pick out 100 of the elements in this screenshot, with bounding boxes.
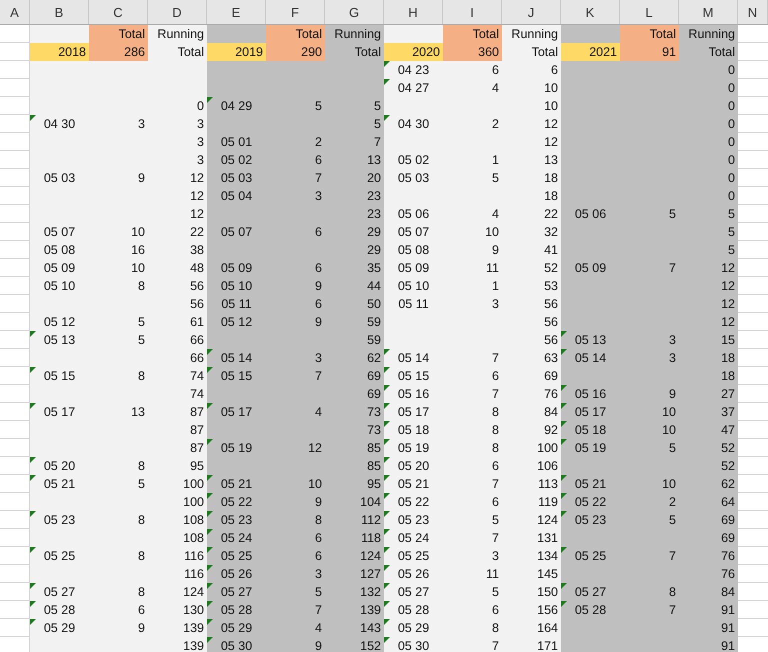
column-header[interactable]: I: [443, 0, 502, 24]
date-cell: 05 22: [384, 493, 443, 511]
running-total-cell-text: 56: [189, 278, 205, 295]
column-header[interactable]: F: [266, 0, 325, 24]
count-cell-text: 6: [491, 458, 500, 475]
date-cell-text: 05 07: [396, 224, 430, 241]
year-label: 2021: [561, 43, 620, 61]
running-total-cell-text: 22: [189, 224, 205, 241]
date-cell-text: 05 03: [396, 170, 430, 187]
date-cell: 05 17: [207, 403, 266, 421]
running-total-cell-text: 12: [720, 260, 736, 277]
count-cell-text: 10: [661, 422, 677, 439]
running-total-cell-text: 18: [543, 188, 559, 205]
running-total-cell-text: 5: [727, 242, 736, 259]
count-cell-text: 8: [137, 548, 146, 565]
running-total-cell-text: 130: [182, 602, 205, 619]
count-cell-text: 3: [491, 548, 500, 565]
running-total-cell-text: 10: [543, 80, 559, 97]
date-cell-text: 05 03: [220, 170, 254, 187]
running-total-cell-text: 32: [543, 224, 559, 241]
running-total-cell-text: 84: [720, 584, 736, 601]
running-total-cell-text: 66: [189, 332, 205, 349]
date-cell: 05 27: [30, 583, 89, 601]
date-cell-text: 05 04: [220, 188, 254, 205]
date-cell: 04 30: [30, 115, 89, 133]
running-total-label: Total: [176, 44, 205, 61]
running-total-cell-text: 95: [366, 476, 382, 493]
count-cell-text: 4: [314, 404, 323, 421]
running-total-label: Total: [354, 44, 382, 61]
date-cell-text: 05 07: [42, 224, 76, 241]
column-header[interactable]: K: [561, 0, 620, 24]
running-total-cell-text: 12: [189, 188, 205, 205]
date-cell: 05 21: [30, 475, 89, 493]
date-cell-text: 05 08: [396, 242, 430, 259]
column-header[interactable]: H: [384, 0, 443, 24]
date-cell-text: 05 10: [220, 278, 254, 295]
count-cell-text: 6: [491, 602, 500, 619]
count-cell-text: 11: [485, 260, 500, 277]
column-header[interactable]: L: [620, 0, 679, 24]
total-label: Total: [266, 25, 325, 43]
running-total-cell-text: 50: [366, 296, 382, 313]
running-total-cell-text: 64: [720, 494, 736, 511]
count-cell-text: 10: [130, 260, 146, 277]
running-total-cell-text: 41: [543, 242, 559, 259]
column-header[interactable]: B: [30, 0, 89, 24]
count-cell-text: 7: [314, 602, 323, 619]
running-total-cell-text: 116: [183, 548, 205, 565]
date-cell: 05 27: [207, 583, 266, 601]
column-header[interactable]: C: [89, 0, 148, 24]
date-cell: 05 21: [561, 475, 620, 493]
column-header[interactable]: N: [738, 0, 768, 24]
column-header[interactable]: E: [207, 0, 266, 24]
column-header[interactable]: G: [325, 0, 384, 24]
date-cell: 05 28: [384, 601, 443, 619]
running-total-cell-text: 171: [536, 638, 559, 652]
column-header[interactable]: M: [679, 0, 738, 24]
running-total-cell-text: 63: [543, 350, 559, 367]
date-cell: 05 23: [30, 511, 89, 529]
date-cell: 05 13: [30, 331, 89, 349]
running-total-cell-text: 134: [536, 548, 559, 565]
date-cell: 05 18: [561, 421, 620, 439]
date-cell: 05 15: [30, 367, 89, 385]
running-total-cell-text: 76: [720, 548, 736, 565]
count-cell-text: 6: [491, 62, 500, 79]
running-total-cell-text: 100: [182, 476, 205, 493]
count-cell-text: 3: [491, 296, 500, 313]
column-header[interactable]: A: [0, 0, 30, 24]
date-cell-text: 05 10: [396, 278, 430, 295]
running-total-cell-text: 12: [720, 278, 736, 295]
count-cell-text: 9: [137, 170, 146, 187]
count-cell-text: 5: [137, 476, 146, 493]
count-cell-text: 3: [314, 566, 323, 583]
running-total-cell-text: 48: [189, 260, 205, 277]
date-cell: 05 19: [207, 439, 266, 457]
count-cell-text: 6: [137, 602, 146, 619]
date-cell-text: 05 12: [42, 314, 76, 331]
date-cell: 05 27: [561, 583, 620, 601]
count-cell-text: 9: [314, 278, 323, 295]
date-cell-text: 05 09: [574, 260, 608, 277]
running-total-cell-text: 100: [182, 494, 205, 511]
running-total-cell-text: 18: [543, 170, 559, 187]
count-cell-text: 5: [137, 332, 146, 349]
date-cell: 05 17: [30, 403, 89, 421]
running-total-cell-text: 27: [720, 386, 736, 403]
date-cell: 05 14: [207, 349, 266, 367]
total-label: Total: [620, 25, 679, 43]
running-total-cell-text: 164: [536, 620, 559, 637]
running-total-cell-text: 139: [182, 620, 205, 637]
running-total-cell-text: 5: [373, 98, 382, 115]
date-cell-text: 05 07: [220, 224, 254, 241]
running-total-cell-text: 5: [727, 224, 736, 241]
running-total-cell-text: 13: [366, 152, 382, 169]
running-total-cell-text: 150: [536, 584, 559, 601]
running-total-cell-text: 7: [373, 134, 382, 151]
column-header[interactable]: D: [148, 0, 207, 24]
column-header[interactable]: J: [502, 0, 561, 24]
count-cell-text: 9: [668, 386, 677, 403]
date-cell: 05 25: [30, 547, 89, 565]
date-cell: 05 29: [30, 619, 89, 637]
date-cell-text: 05 11: [220, 296, 253, 313]
